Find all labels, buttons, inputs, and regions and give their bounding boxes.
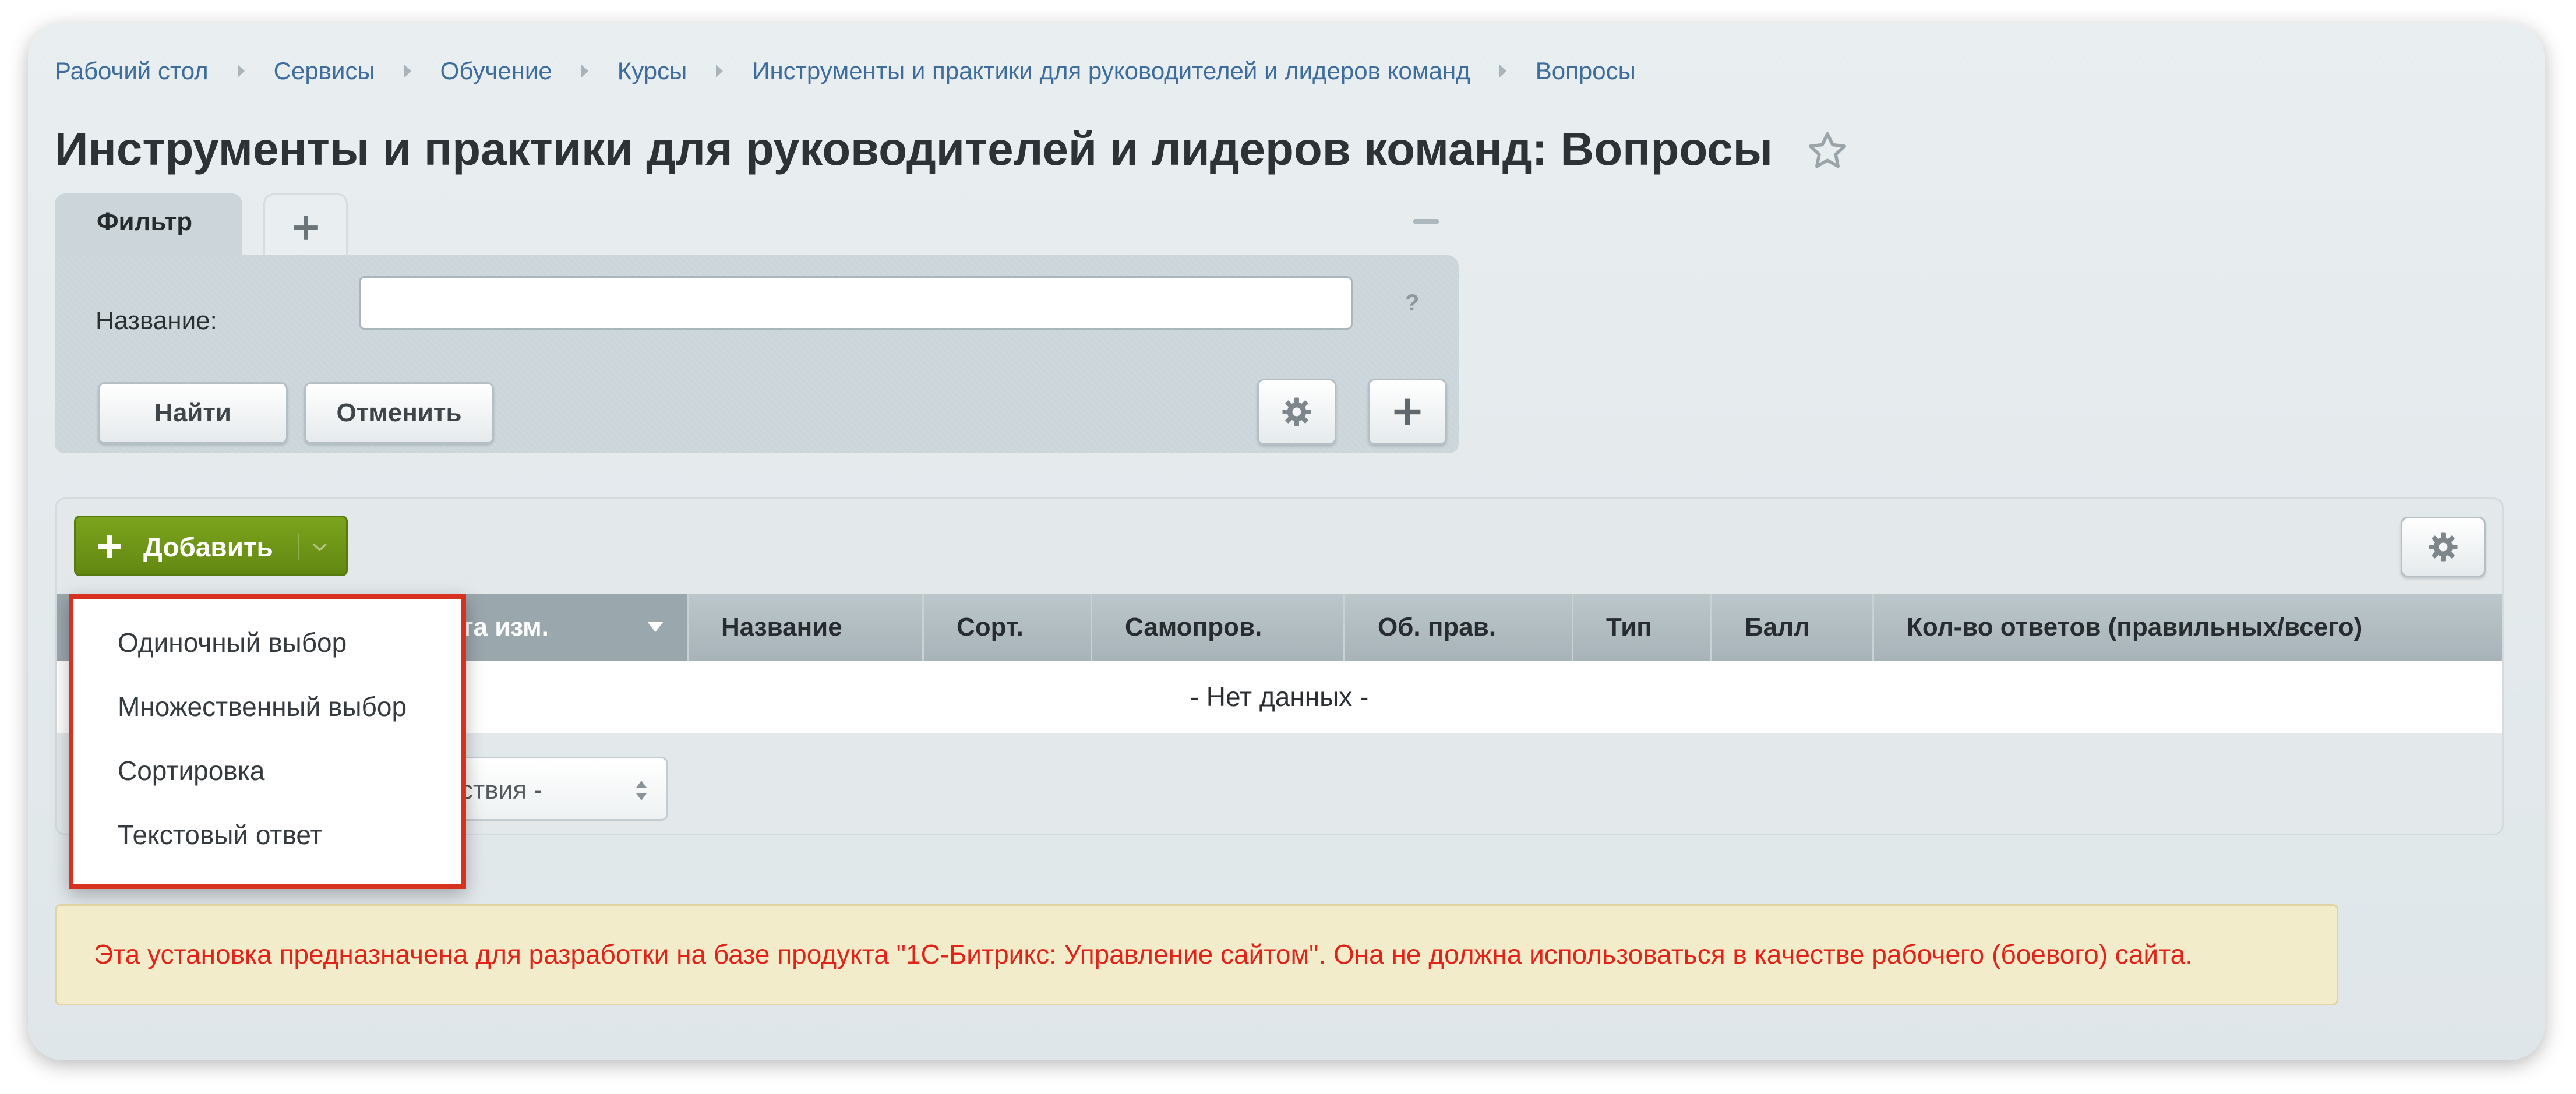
breadcrumb-separator	[581, 65, 588, 77]
breadcrumb-desktop[interactable]: Рабочий стол	[55, 57, 209, 85]
group-action-value: ствия -	[460, 776, 542, 804]
gear-icon	[1282, 397, 1311, 426]
sort-desc-icon	[647, 622, 664, 632]
app-window: Рабочий стол Сервисы Обучение Курсы Инст…	[28, 23, 2545, 1060]
add-button-label: Добавить	[143, 532, 273, 562]
plus-icon	[1394, 398, 1421, 425]
breadcrumb: Рабочий стол Сервисы Обучение Курсы Инст…	[55, 54, 1636, 89]
page-title: Инструменты и практики для руководителей…	[55, 123, 1773, 175]
tab-filter[interactable]: Фильтр	[55, 193, 242, 259]
column-self-check[interactable]: Самопров.	[1091, 594, 1343, 661]
breadcrumb-separator	[716, 65, 724, 77]
name-label: Название:	[96, 306, 217, 335]
breadcrumb-separator	[237, 65, 245, 77]
grid-settings-button[interactable]	[2401, 517, 2486, 577]
menu-item-single-choice[interactable]: Одиночный выбор	[118, 627, 347, 658]
plus-icon	[294, 216, 318, 240]
breadcrumb-courses[interactable]: Курсы	[617, 57, 687, 85]
menu-item-sorting[interactable]: Сортировка	[118, 755, 264, 786]
breadcrumb-learning[interactable]: Обучение	[440, 57, 552, 85]
breadcrumb-course[interactable]: Инструменты и практики для руководителей…	[752, 57, 1470, 85]
add-button[interactable]: Добавить	[74, 516, 348, 576]
column-date-modified-label: та изм.	[461, 613, 549, 641]
menu-item-text-answer[interactable]: Текстовый ответ	[118, 819, 323, 851]
cancel-button[interactable]: Отменить	[304, 382, 494, 444]
column-sort[interactable]: Сорт.	[922, 594, 1091, 661]
tab-filter-label: Фильтр	[97, 207, 193, 236]
filter-panel: Название: ? Найти Отменить	[55, 255, 1459, 453]
plus-icon	[98, 535, 121, 558]
add-question-type-menu: Одиночный выбор Множественный выбор Сорт…	[69, 594, 466, 889]
breadcrumb-separator	[404, 65, 411, 77]
gear-icon	[2429, 532, 2458, 562]
column-name[interactable]: Название	[687, 594, 922, 661]
notice-text: Эта установка предназначена для разработ…	[94, 939, 2193, 969]
column-answer-count[interactable]: Кол-во ответов (правильных/всего)	[1872, 594, 2502, 661]
select-arrows-icon	[636, 781, 647, 800]
column-type[interactable]: Тип	[1572, 594, 1710, 661]
chevron-down-icon[interactable]	[298, 534, 329, 560]
column-score[interactable]: Балл	[1710, 594, 1872, 661]
help-icon[interactable]: ?	[1405, 290, 1419, 316]
tab-add-filter[interactable]	[263, 193, 348, 259]
breadcrumb-questions[interactable]: Вопросы	[1536, 57, 1636, 85]
add-filter-field-button[interactable]	[1368, 379, 1447, 445]
collapse-filter-icon[interactable]	[1413, 219, 1439, 224]
menu-item-multiple-choice[interactable]: Множественный выбор	[118, 691, 407, 722]
column-correct-answers[interactable]: Об. прав.	[1343, 594, 1572, 661]
breadcrumb-separator	[1499, 65, 1506, 77]
dev-install-notice: Эта установка предназначена для разработ…	[55, 904, 2338, 1005]
favorite-star-icon[interactable]	[1806, 129, 1849, 172]
filter-settings-button[interactable]	[1257, 379, 1336, 445]
name-input[interactable]	[359, 276, 1353, 330]
find-button[interactable]: Найти	[98, 382, 288, 444]
breadcrumb-services[interactable]: Сервисы	[274, 57, 375, 85]
